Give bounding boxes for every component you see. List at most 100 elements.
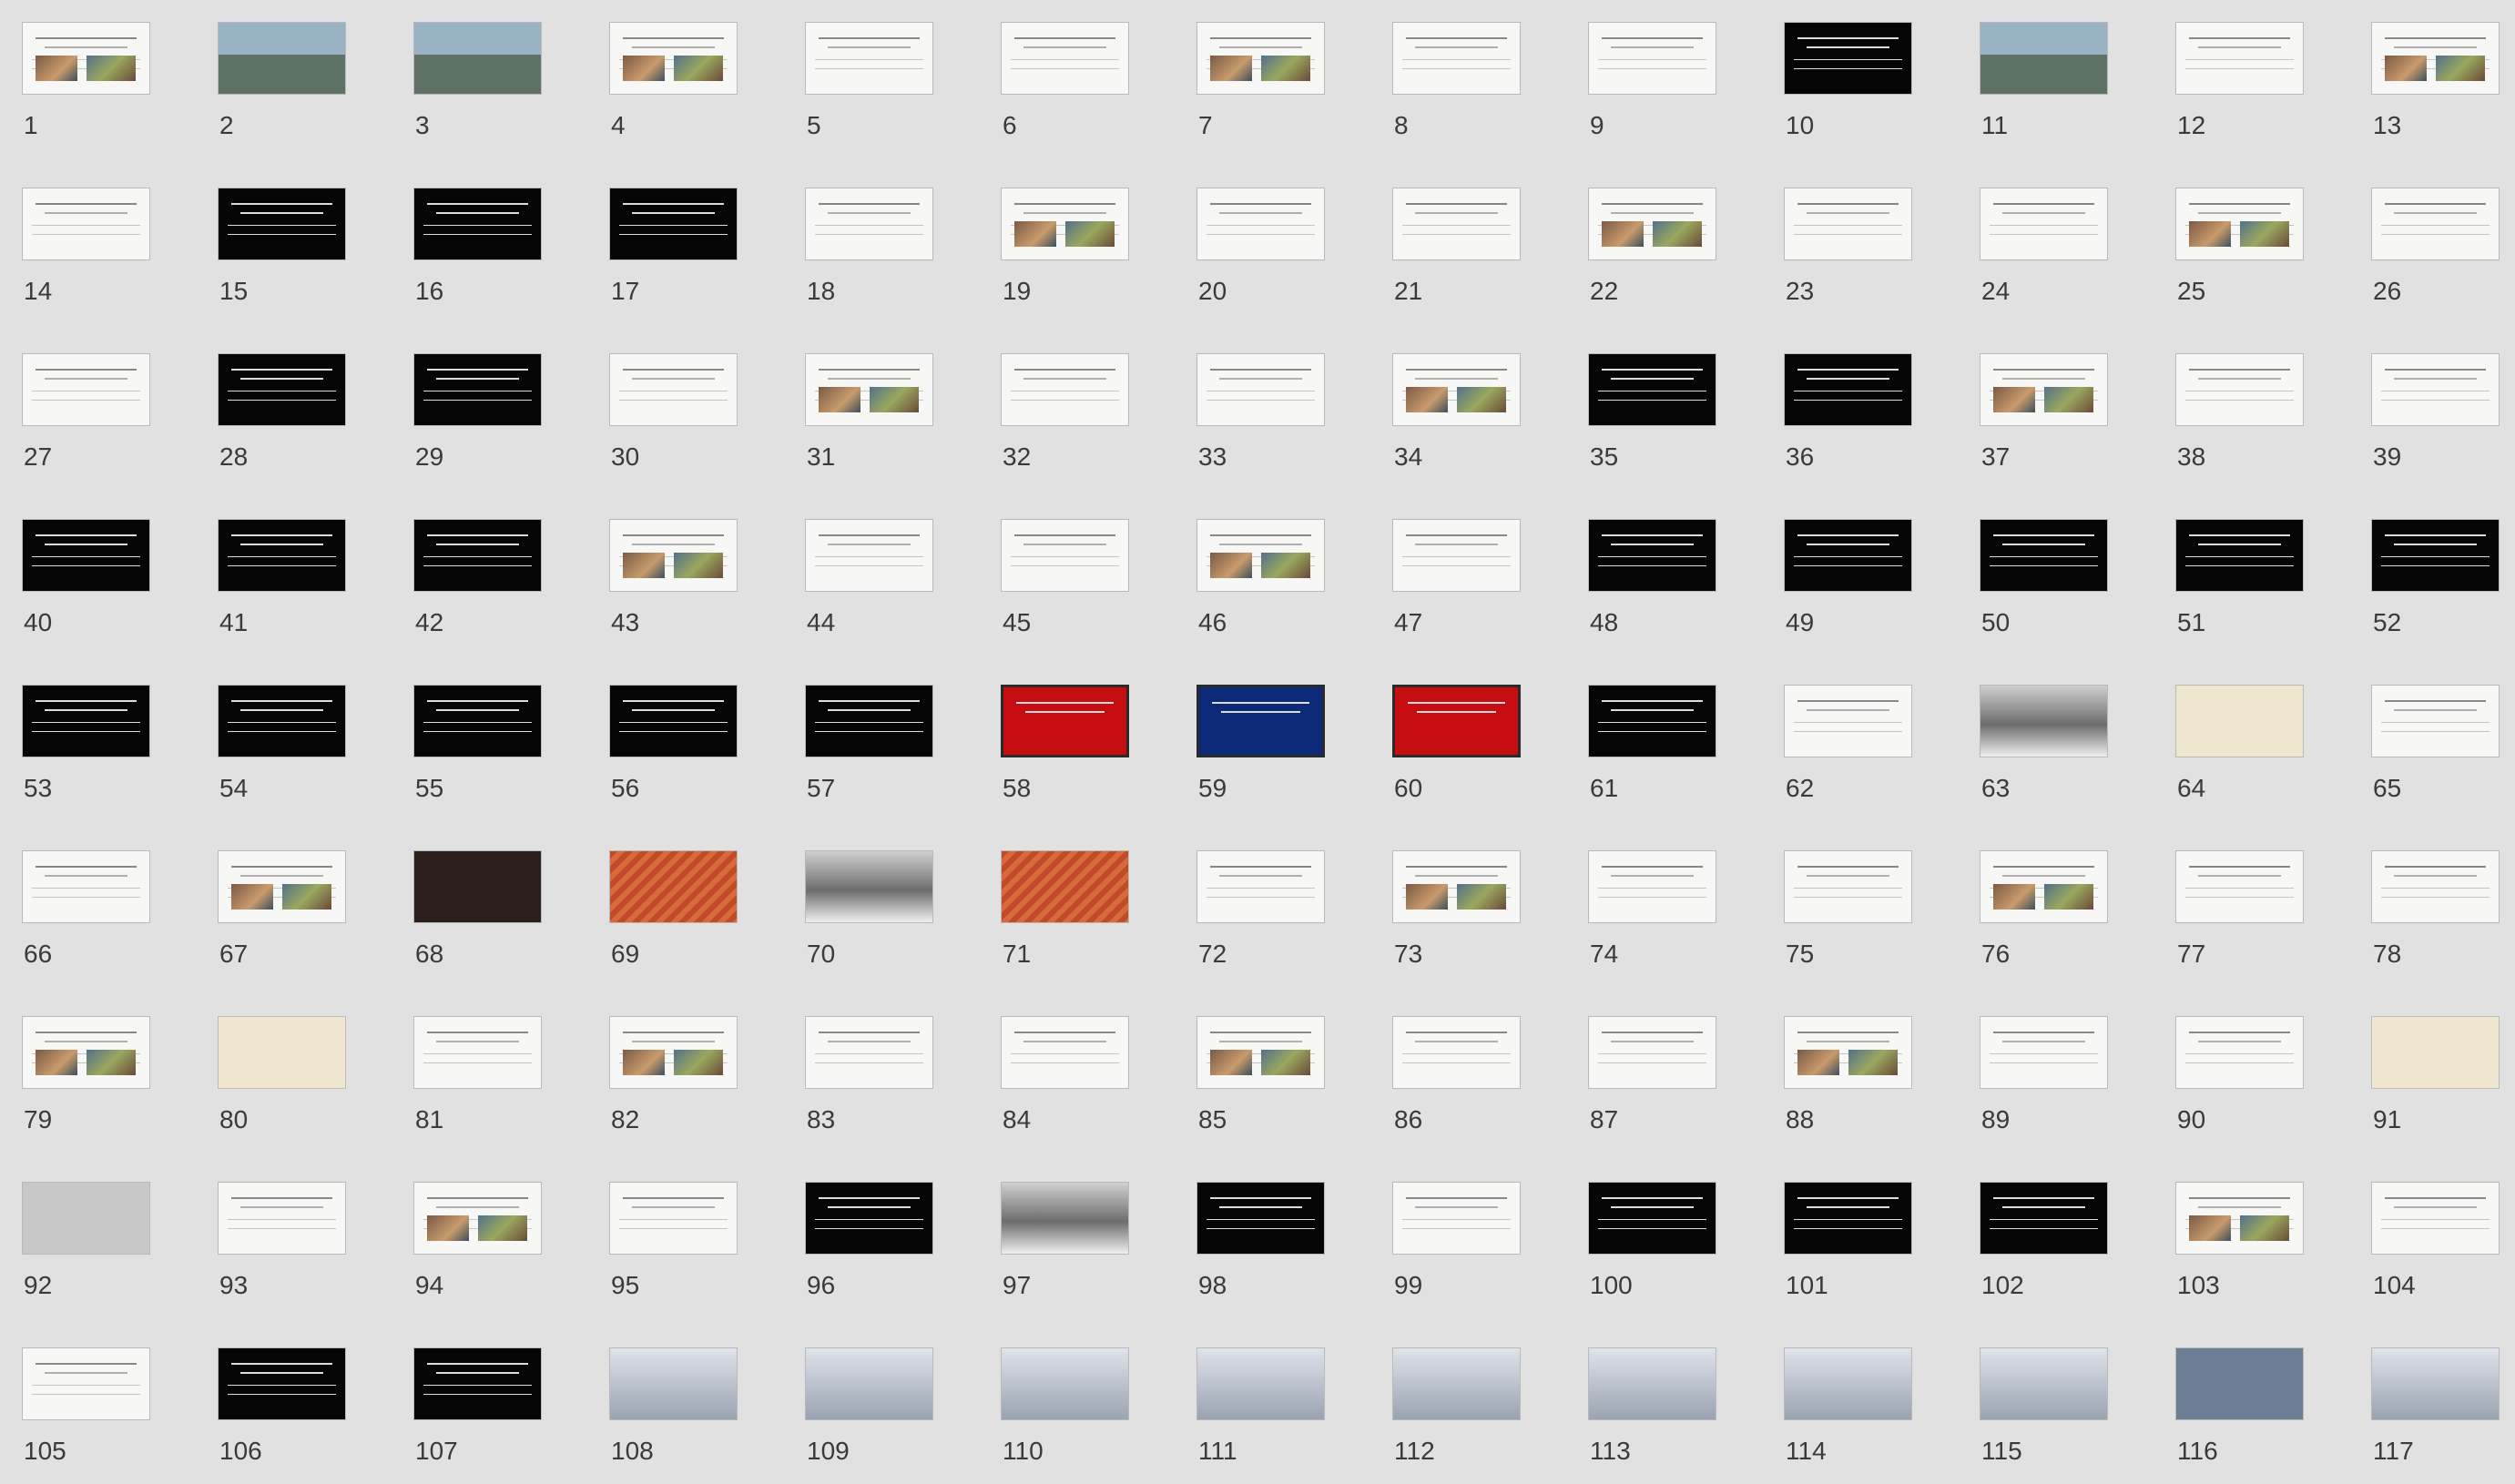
slide-thumbnail[interactable] [2371, 519, 2500, 592]
slide-thumbnail[interactable] [609, 850, 738, 923]
slide-thumbnail[interactable] [1001, 1016, 1129, 1089]
slide-thumbnail[interactable] [2175, 353, 2304, 426]
slide-thumbnail[interactable] [1392, 850, 1521, 923]
slide-thumbnail[interactable] [609, 22, 738, 95]
slide-item[interactable]: 107 [413, 1347, 559, 1484]
slide-item[interactable]: 80 [218, 1016, 363, 1153]
slide-thumbnail[interactable] [2175, 850, 2304, 923]
slide-item[interactable]: 117 [2371, 1347, 2515, 1484]
slide-item[interactable]: 88 [1784, 1016, 1930, 1153]
slide-item[interactable]: 41 [218, 519, 363, 656]
slide-item[interactable]: 13 [2371, 22, 2515, 158]
slide-thumbnail[interactable] [413, 1016, 542, 1089]
slide-thumbnail[interactable] [2371, 188, 2500, 260]
slide-thumbnail[interactable] [22, 519, 150, 592]
slide-thumbnail[interactable] [2371, 850, 2500, 923]
slide-thumbnail[interactable] [1588, 1016, 1716, 1089]
slide-thumbnail[interactable] [2371, 353, 2500, 426]
slide-item[interactable]: 116 [2175, 1347, 2321, 1484]
slide-item[interactable]: 85 [1196, 1016, 1342, 1153]
slide-item[interactable]: 78 [2371, 850, 2515, 987]
slide-item[interactable]: 91 [2371, 1016, 2515, 1153]
slide-thumbnail[interactable] [413, 188, 542, 260]
slide-item[interactable]: 50 [1980, 519, 2125, 656]
slide-thumbnail[interactable] [805, 850, 933, 923]
slide-thumbnail[interactable] [1784, 353, 1912, 426]
slide-thumbnail[interactable] [2175, 1347, 2304, 1420]
slide-thumbnail[interactable] [609, 1182, 738, 1255]
slide-item[interactable]: 57 [805, 685, 951, 821]
slide-thumbnail[interactable] [1980, 22, 2108, 95]
slide-item[interactable]: 21 [1392, 188, 1538, 324]
slide-item[interactable]: 6 [1001, 22, 1146, 158]
slide-item[interactable]: 105 [22, 1347, 168, 1484]
slide-item[interactable]: 10 [1784, 22, 1930, 158]
slide-item[interactable]: 63 [1980, 685, 2125, 821]
slide-item[interactable]: 114 [1784, 1347, 1930, 1484]
slide-item[interactable]: 99 [1392, 1182, 1538, 1318]
slide-thumbnail[interactable] [2371, 1182, 2500, 1255]
slide-thumbnail[interactable] [1784, 22, 1912, 95]
slide-item[interactable]: 48 [1588, 519, 1734, 656]
slide-item[interactable]: 9 [1588, 22, 1734, 158]
slide-item[interactable]: 37 [1980, 353, 2125, 490]
slide-item[interactable]: 40 [22, 519, 168, 656]
slide-item[interactable]: 89 [1980, 1016, 2125, 1153]
slide-thumbnail[interactable] [218, 519, 346, 592]
slide-thumbnail[interactable] [1588, 519, 1716, 592]
slide-thumbnail[interactable] [2371, 1347, 2500, 1420]
slide-item[interactable]: 4 [609, 22, 755, 158]
slide-thumbnail[interactable] [1588, 353, 1716, 426]
slide-thumbnail[interactable] [2175, 519, 2304, 592]
slide-item[interactable]: 113 [1588, 1347, 1734, 1484]
slide-item[interactable]: 51 [2175, 519, 2321, 656]
slide-thumbnail[interactable] [1196, 22, 1325, 95]
slide-item[interactable]: 44 [805, 519, 951, 656]
slide-item[interactable]: 100 [1588, 1182, 1734, 1318]
slide-item[interactable]: 58 [1001, 685, 1146, 821]
slide-item[interactable]: 111 [1196, 1347, 1342, 1484]
slide-item[interactable]: 27 [22, 353, 168, 490]
slide-item[interactable]: 69 [609, 850, 755, 987]
slide-thumbnail[interactable] [609, 1016, 738, 1089]
slide-item[interactable]: 67 [218, 850, 363, 987]
slide-thumbnail[interactable] [609, 353, 738, 426]
slide-item[interactable]: 93 [218, 1182, 363, 1318]
slide-thumbnail[interactable] [218, 1016, 346, 1089]
slide-item[interactable]: 53 [22, 685, 168, 821]
slide-item[interactable]: 72 [1196, 850, 1342, 987]
slide-thumbnail[interactable] [805, 685, 933, 757]
slide-item[interactable]: 45 [1001, 519, 1146, 656]
slide-thumbnail[interactable] [1980, 1016, 2108, 1089]
slide-item[interactable]: 62 [1784, 685, 1930, 821]
slide-thumbnail[interactable] [2371, 22, 2500, 95]
slide-thumbnail[interactable] [22, 1182, 150, 1255]
slide-thumbnail[interactable] [1001, 519, 1129, 592]
slide-thumbnail[interactable] [805, 1016, 933, 1089]
slide-item[interactable]: 64 [2175, 685, 2321, 821]
slide-item[interactable]: 70 [805, 850, 951, 987]
slide-thumbnail[interactable] [1001, 22, 1129, 95]
slide-item[interactable]: 106 [218, 1347, 363, 1484]
slide-item[interactable]: 14 [22, 188, 168, 324]
slide-thumbnail[interactable] [22, 850, 150, 923]
slide-thumbnail[interactable] [1196, 1347, 1325, 1420]
slide-thumbnail[interactable] [1196, 519, 1325, 592]
slide-thumbnail[interactable] [2175, 685, 2304, 757]
slide-item[interactable]: 17 [609, 188, 755, 324]
slide-thumbnail[interactable] [609, 188, 738, 260]
slide-item[interactable]: 15 [218, 188, 363, 324]
slide-thumbnail[interactable] [1001, 685, 1129, 757]
slide-item[interactable]: 29 [413, 353, 559, 490]
slide-item[interactable]: 38 [2175, 353, 2321, 490]
slide-item[interactable]: 60 [1392, 685, 1538, 821]
slide-item[interactable]: 81 [413, 1016, 559, 1153]
slide-thumbnail[interactable] [413, 685, 542, 757]
slide-item[interactable]: 42 [413, 519, 559, 656]
slide-thumbnail[interactable] [1392, 519, 1521, 592]
slide-item[interactable]: 87 [1588, 1016, 1734, 1153]
slide-thumbnail[interactable] [805, 1347, 933, 1420]
slide-thumbnail[interactable] [1196, 850, 1325, 923]
slide-thumbnail[interactable] [1196, 1182, 1325, 1255]
slide-thumbnail[interactable] [413, 850, 542, 923]
